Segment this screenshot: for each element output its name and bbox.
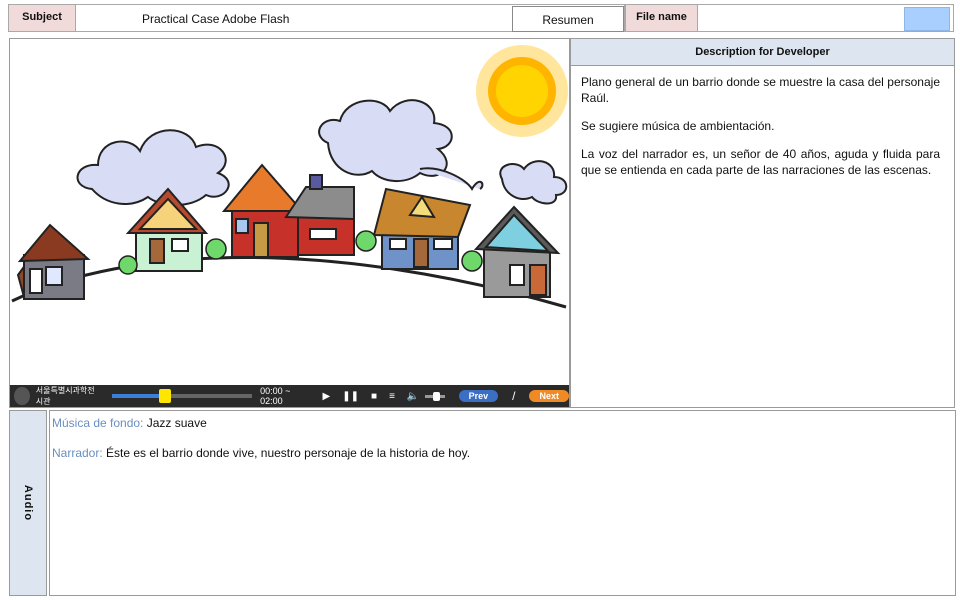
subject-label: Subject — [8, 4, 76, 32]
stop-icon[interactable]: ■ — [371, 391, 377, 402]
developer-panel: Description for Developer Plano general … — [570, 38, 955, 408]
pause-icon[interactable]: ❚❚ — [342, 391, 359, 402]
audio-text: Jazz suave — [146, 416, 207, 430]
house-icon — [372, 187, 472, 270]
logo-icon — [14, 387, 30, 405]
cloud-icon — [318, 99, 484, 191]
resumen-button[interactable]: Resumen — [512, 6, 624, 32]
description-paragraph: Plano general de un barrio donde se mues… — [581, 75, 940, 105]
prev-button[interactable]: Prev — [458, 390, 499, 402]
audio-cue: Narrador: — [52, 446, 103, 460]
play-icon[interactable]: ▶ — [323, 391, 331, 402]
audio-text: Éste es el barrio donde vive, nuestro pe… — [106, 446, 471, 460]
cloud-icon — [76, 129, 230, 206]
description-paragraph: La voz del narrador es, un señor de 40 a… — [581, 147, 940, 177]
house-icon — [16, 223, 91, 300]
audio-panel: Música de fondo: Jazz suave Narrador: És… — [49, 410, 956, 596]
volume-handle[interactable] — [432, 391, 440, 401]
time-display: 00:00 ~ 02:00 — [260, 386, 291, 406]
audio-cue: Música de fondo: — [52, 416, 144, 430]
developer-description: Plano general de un barrio donde se mues… — [571, 66, 954, 178]
developer-title: Description for Developer — [571, 39, 954, 66]
sun-icon — [476, 45, 568, 137]
hill-line — [11, 256, 567, 309]
audio-label: Audio — [22, 484, 34, 522]
next-button[interactable]: Next — [529, 390, 569, 402]
filename-label: File name — [625, 4, 698, 32]
progress-track[interactable] — [112, 389, 253, 403]
volume-icon[interactable]: 🔈 — [407, 391, 419, 402]
progress-handle[interactable] — [159, 389, 172, 403]
audio-line: Música de fondo: Jazz suave — [52, 416, 955, 430]
volume-slider[interactable] — [425, 391, 445, 401]
audio-line: Narrador: Éste es el barrio donde vive, … — [52, 446, 955, 460]
audio-side-label: Audio — [9, 410, 47, 596]
scene-illustration — [11, 45, 568, 309]
description-paragraph: Se sugiere música de ambientación. — [581, 119, 775, 133]
media-player-bar: 서울특별시과학전시관 00:00 ~ 02:00 ▶ ❚❚ ■ ≡ 🔈 Prev… — [10, 385, 569, 407]
player-logo-text: 서울특별시과학전시관 — [35, 386, 95, 406]
cloud-icon — [499, 160, 568, 205]
color-swatch — [904, 7, 950, 31]
subject-value: Practical Case Adobe Flash — [142, 12, 290, 26]
scene-panel: 서울특별시과학전시관 00:00 ~ 02:00 ▶ ❚❚ ■ ≡ 🔈 Prev… — [9, 38, 570, 408]
house-icon — [473, 205, 561, 298]
progress-fill — [112, 394, 166, 398]
separator: / — [512, 389, 516, 403]
menu-icon[interactable]: ≡ — [389, 391, 395, 402]
